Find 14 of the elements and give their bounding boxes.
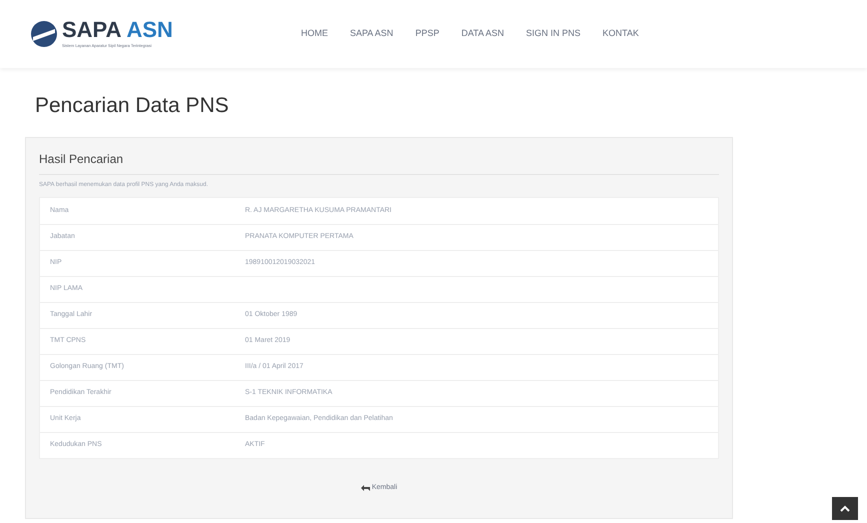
logo-icon — [30, 20, 58, 48]
logo-text: SAPA — [62, 19, 122, 41]
nav-link[interactable]: HOME — [300, 27, 328, 41]
nav-link[interactable]: PPSP — [415, 27, 440, 41]
logo-text: ASN — [126, 19, 173, 41]
nav-link[interactable]: DATA ASN — [461, 27, 504, 41]
page-title: Pencarian Data PNS — [35, 93, 230, 119]
nav-link[interactable]: KONTAK — [602, 27, 639, 41]
nav-link[interactable]: SAPA ASN — [350, 27, 394, 41]
back-to-top-button[interactable] — [832, 497, 858, 520]
reply-arrow-icon — [360, 484, 370, 492]
chevron-up-icon — [840, 505, 850, 512]
panel-title: Hasil Pencarian — [39, 138, 719, 175]
nav-link[interactable]: SIGN IN PNS — [526, 27, 581, 41]
